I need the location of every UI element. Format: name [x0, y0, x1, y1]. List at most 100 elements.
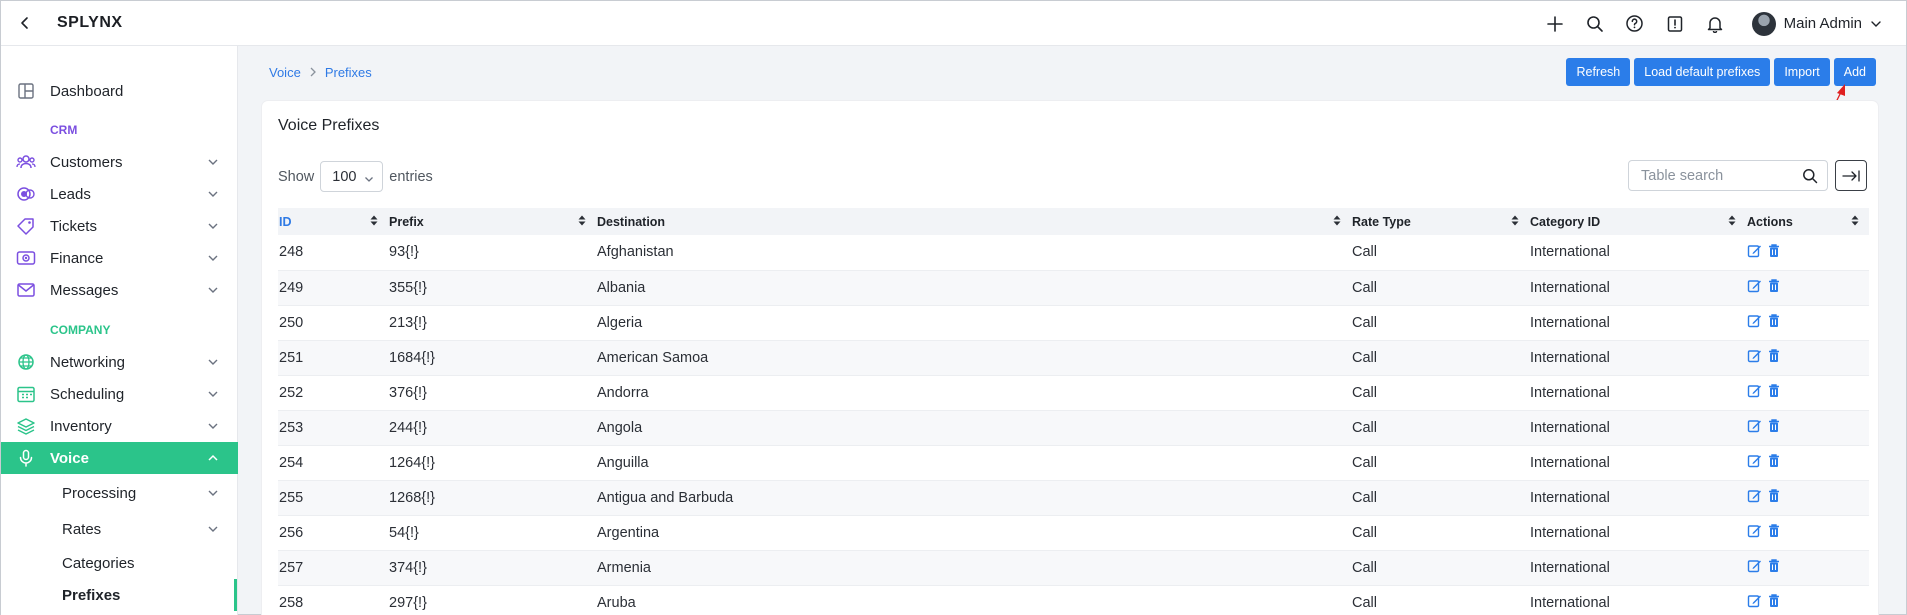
user-menu[interactable]: Main Admin [1751, 11, 1882, 36]
edit-icon[interactable] [1747, 278, 1762, 293]
edit-icon[interactable] [1747, 383, 1762, 398]
column-header-rate-type[interactable]: Rate Type [1351, 208, 1529, 235]
trash-icon[interactable] [1767, 243, 1781, 258]
search-icon[interactable] [1584, 13, 1606, 35]
calendar-icon [16, 384, 36, 404]
refresh-button[interactable]: Refresh [1566, 58, 1631, 86]
app-logo[interactable]: SPLYNX [57, 14, 123, 32]
table-row: 255 1268{!} Antigua and Barbuda Call Interna… [278, 480, 1869, 515]
trash-icon[interactable] [1767, 488, 1781, 503]
cell-rate-type: Call [1352, 419, 1377, 436]
edit-icon[interactable] [1747, 593, 1762, 608]
row-actions [1747, 453, 1781, 468]
sort-icon[interactable] [370, 215, 378, 229]
sort-icon[interactable] [1851, 215, 1859, 229]
help-icon[interactable] [1624, 13, 1646, 35]
edit-icon[interactable] [1747, 348, 1762, 363]
breadcrumb: Voice Prefixes [269, 65, 372, 80]
cell-actions [1746, 235, 1869, 270]
edit-icon[interactable] [1747, 488, 1762, 503]
top-bar: SPLYNX Main Admin [1, 1, 1906, 46]
sidebar-item-customers[interactable]: Customers [1, 146, 238, 178]
chevron-down-icon [206, 155, 220, 169]
edit-icon[interactable] [1747, 523, 1762, 538]
column-header-prefix[interactable]: Prefix [388, 208, 596, 235]
trash-icon[interactable] [1767, 593, 1781, 608]
cell-actions [1746, 515, 1869, 550]
trash-icon[interactable] [1767, 523, 1781, 538]
column-header-category-id[interactable]: Category ID [1529, 208, 1746, 235]
sidebar-subitem-categories[interactable]: Categories [1, 547, 238, 579]
column-header-id[interactable]: ID [278, 208, 388, 235]
add-button[interactable]: Add [1833, 58, 1876, 86]
sidebar-item-dashboard[interactable]: Dashboard [1, 75, 238, 107]
tag-icon [16, 216, 36, 236]
sort-icon[interactable] [1333, 215, 1341, 229]
sidebar-item-finance[interactable]: Finance [1, 242, 238, 274]
trash-icon[interactable] [1767, 418, 1781, 433]
sidebar-item-tickets[interactable]: Tickets [1, 210, 238, 242]
column-header-inner: ID [278, 215, 388, 229]
cell-category-id: International [1530, 454, 1610, 471]
sidebar-subitem-processing[interactable]: Processing [1, 477, 238, 509]
arrow-to-right-icon [1842, 169, 1860, 182]
chevron-left-icon [21, 17, 28, 29]
sidebar-item-voice[interactable]: Voice [1, 442, 238, 474]
column-header-destination[interactable]: Destination [596, 208, 1351, 235]
notes-icon[interactable] [1664, 13, 1686, 35]
chevron-down-icon [206, 486, 220, 500]
edit-icon[interactable] [1747, 418, 1762, 433]
edit-icon[interactable] [1747, 558, 1762, 573]
cell-prefix: 244{!} [389, 419, 427, 436]
cell-id: 254 [279, 454, 304, 471]
table-row: 254 1264{!} Anguilla Call International [278, 445, 1869, 480]
column-header-actions[interactable]: Actions [1746, 208, 1869, 235]
sidebar-item-inventory[interactable]: Inventory [1, 410, 238, 442]
trash-icon[interactable] [1767, 453, 1781, 468]
sidebar-subitem-prefixes[interactable]: Prefixes [1, 579, 238, 611]
cell-id: 255 [279, 489, 304, 506]
cell-destination: Anguilla [597, 454, 649, 471]
column-header-inner: Category ID [1529, 215, 1746, 229]
sidebar-item-scheduling[interactable]: Scheduling [1, 378, 238, 410]
sidebar-item-networking[interactable]: Networking [1, 346, 238, 378]
search-icon[interactable] [1802, 168, 1818, 189]
chevron-down-icon [206, 283, 220, 297]
edit-icon[interactable] [1747, 243, 1762, 258]
sort-icon[interactable] [578, 215, 586, 229]
import-button[interactable]: Import [1774, 58, 1830, 86]
chevron-down-icon [206, 419, 220, 433]
microphone-icon [16, 448, 36, 468]
sidebar-item-messages[interactable]: Messages [1, 274, 238, 306]
back-button[interactable] [1, 1, 49, 46]
trash-icon[interactable] [1767, 313, 1781, 328]
sidebar-item-leads[interactable]: Leads [1, 178, 238, 210]
sidebar-subitem-rates[interactable]: Rates [1, 513, 238, 545]
sort-icon[interactable] [1511, 215, 1519, 229]
table-search-input[interactable] [1629, 167, 1789, 184]
breadcrumb-voice-link[interactable]: Voice [269, 65, 301, 80]
column-header-inner: Rate Type [1351, 215, 1529, 229]
column-visibility-button[interactable] [1835, 160, 1867, 191]
cell-rate-type: Call [1352, 244, 1377, 261]
trash-icon[interactable] [1767, 383, 1781, 398]
trash-icon[interactable] [1767, 348, 1781, 363]
breadcrumb-prefixes-link[interactable]: Prefixes [325, 65, 372, 80]
load-default-prefixes-button[interactable]: Load default prefixes [1634, 58, 1771, 86]
sidebar-item-label: Tickets [50, 217, 97, 235]
cell-id: 252 [279, 384, 304, 401]
entries-select[interactable]: 100 [320, 161, 384, 192]
edit-icon[interactable] [1747, 453, 1762, 468]
active-indicator [234, 579, 237, 611]
cell-category-id: International [1530, 279, 1610, 296]
cell-category-id: International [1530, 524, 1610, 541]
dashboard-icon [16, 81, 36, 101]
cell-rate-type: Call [1352, 384, 1377, 401]
plus-icon[interactable] [1544, 13, 1566, 35]
cell-actions [1746, 340, 1869, 375]
sort-icon[interactable] [1728, 215, 1736, 229]
edit-icon[interactable] [1747, 313, 1762, 328]
trash-icon[interactable] [1767, 278, 1781, 293]
bell-icon[interactable] [1704, 13, 1726, 35]
trash-icon[interactable] [1767, 558, 1781, 573]
